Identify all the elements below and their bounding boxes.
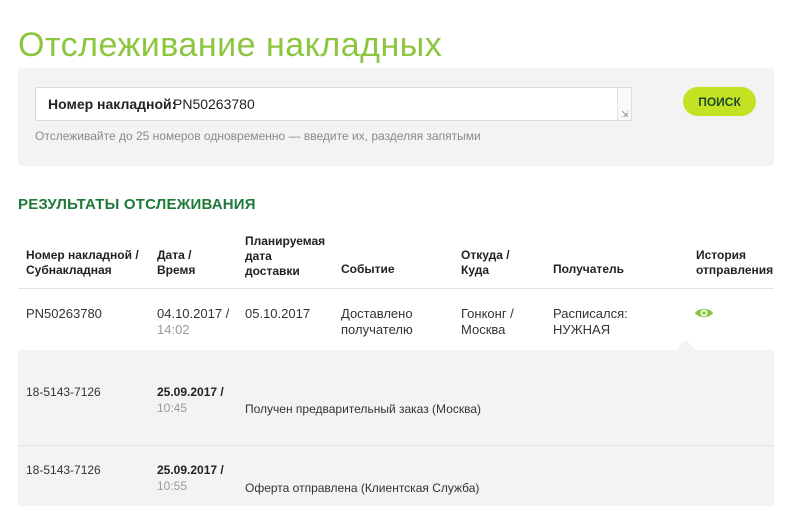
search-panel: Номер накладной: PN50263780 ⇲ ПОИСК Отсл… (18, 68, 774, 166)
sub-row-datetime: 25.09.2017 / 10:55 (157, 463, 224, 493)
column-header-history: История отправления (696, 248, 774, 277)
history-divider (18, 445, 774, 446)
event-status: Доставлено получателю (341, 306, 413, 337)
planned-delivery-date: 05.10.2017 (245, 306, 311, 321)
column-header-datetime: Дата / Время (157, 248, 196, 277)
results-heading: РЕЗУЛЬТАТЫ ОТСЛЕЖИВАНИЯ (18, 196, 256, 213)
waybill-number: PN50263780 (26, 306, 102, 321)
column-header-number: Номер накладной / Субнакладная (26, 248, 139, 277)
resize-handle-icon[interactable]: ⇲ (621, 110, 629, 119)
search-label: Номер накладной: (48, 96, 177, 112)
sub-row-event: Оферта отправлена (Клиентская Служба) (245, 481, 480, 495)
eye-icon[interactable] (694, 306, 714, 320)
sub-waybill-number: 18-5143-7126 (26, 463, 101, 477)
sub-row-event: Получен предварительный заказ (Москва) (245, 402, 482, 416)
sub-row-datetime: 25.09.2017 / 10:45 (157, 385, 224, 415)
waybill-search-field[interactable]: Номер накладной: PN50263780 ⇲ (35, 87, 632, 121)
search-hint: Отслеживайте до 25 номеров одновременно … (35, 129, 481, 143)
column-header-planned-date: Планируемая дата доставки (245, 234, 326, 278)
column-header-event: Событие (341, 262, 395, 276)
recipient: Расписался: НУЖНАЯ (553, 306, 628, 337)
sub-waybill-number: 18-5143-7126 (26, 385, 101, 399)
route: Гонконг / Москва (461, 306, 514, 337)
history-panel-pointer (676, 340, 696, 350)
header-divider (18, 288, 774, 289)
page-title: Отслеживание накладных (18, 26, 443, 64)
main-row-datetime: 04.10.2017 / 14:02 (157, 306, 230, 337)
column-header-route: Откуда / Куда (461, 248, 510, 277)
search-input[interactable]: PN50263780 (173, 96, 255, 112)
column-header-recipient: Получатель (553, 262, 624, 276)
search-button[interactable]: ПОИСК (683, 87, 756, 116)
